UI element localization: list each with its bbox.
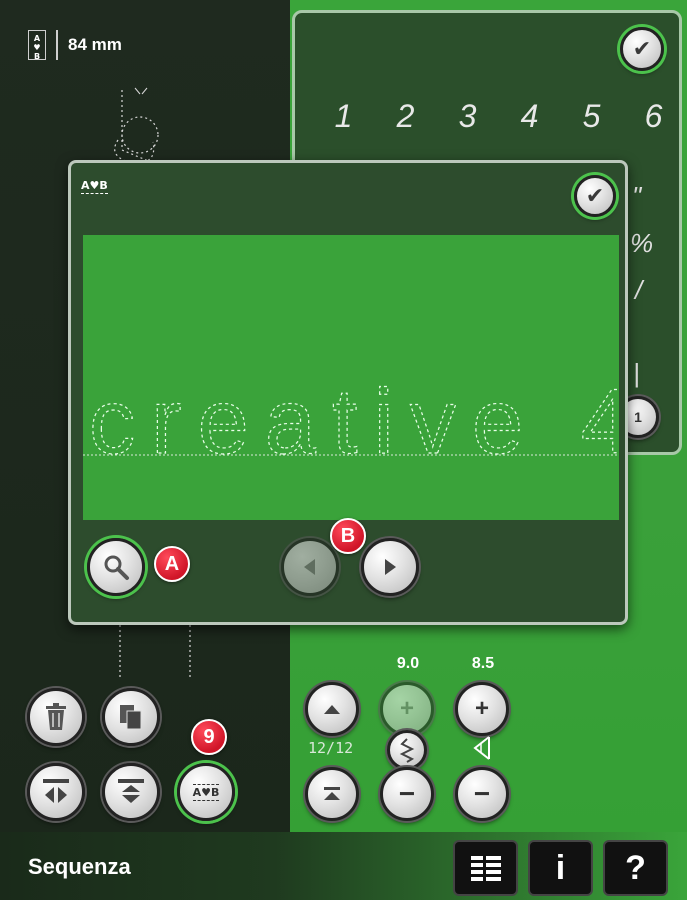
arrow-up-icon	[324, 705, 340, 714]
list-icon	[470, 856, 501, 881]
digit-row: 1 2 3 4 5 6	[325, 98, 673, 135]
length-increase-button[interactable]: +	[455, 682, 509, 736]
preview-dialog: A♥B ✔ creative 4	[68, 160, 628, 625]
digit-key[interactable]: 2	[387, 98, 425, 135]
page-title: Sequenza	[28, 854, 131, 879]
zoom-button[interactable]	[87, 538, 145, 596]
symbol-key-bar[interactable]: |	[633, 358, 640, 389]
duplicate-button[interactable]	[102, 688, 160, 746]
digit-key[interactable]: 3	[449, 98, 487, 135]
arrow-top-icon	[324, 787, 340, 800]
check-icon: ✔	[632, 36, 652, 62]
width-decrease-button[interactable]: −	[380, 767, 434, 821]
previous-button[interactable]	[281, 538, 339, 596]
sewing-screen: A ♥ B 84 mm ✔ 1 2 3 4 5 6 % / " | 1 A♥B …	[0, 0, 687, 900]
zigzag-width-icon	[399, 738, 415, 763]
arrow-left-icon	[304, 559, 315, 575]
sequence-preview-area: creative 4	[83, 235, 619, 520]
sequence-length-value: 84 mm	[68, 35, 122, 54]
scroll-up-button[interactable]	[305, 682, 359, 736]
help-button[interactable]: ?	[603, 840, 668, 896]
callout-a: A	[154, 546, 190, 582]
magnifier-icon	[104, 555, 129, 580]
symbol-key-slash[interactable]: /	[635, 275, 642, 306]
next-button[interactable]	[361, 538, 419, 596]
callout-b: B	[330, 518, 366, 554]
info-button[interactable]: i	[528, 840, 593, 896]
length-decrease-button[interactable]: −	[455, 767, 509, 821]
digit-key[interactable]: 5	[573, 98, 611, 135]
char-panel-confirm-button[interactable]: ✔	[620, 27, 664, 71]
digit-key[interactable]: 6	[635, 98, 673, 135]
check-icon: ✔	[585, 183, 605, 209]
trash-icon	[46, 703, 66, 730]
mirror-side-button[interactable]	[27, 763, 85, 821]
abc-sequence-icon: A♥B	[28, 30, 46, 61]
digit-key[interactable]: 1	[325, 98, 363, 135]
stitch-width-icon-button[interactable]	[387, 730, 427, 770]
abc-sequence-button[interactable]: A♥B	[177, 763, 235, 821]
stitch-length-icon	[473, 736, 490, 760]
digit-key[interactable]: 4	[511, 98, 549, 135]
plus-icon: +	[399, 695, 414, 722]
dialog-confirm-button[interactable]: ✔	[574, 175, 616, 217]
minus-icon: −	[398, 778, 416, 809]
stitched-text-preview: creative 4	[83, 370, 619, 474]
preview-text: creative 4	[89, 371, 619, 473]
abc-sequence-icon: A♥B	[81, 179, 108, 194]
mirror-end-button[interactable]	[102, 763, 160, 821]
sequence-length-indicator: A ♥ B 84 mm	[28, 30, 122, 61]
mirror-side-icon	[43, 779, 69, 803]
mirror-end-icon	[118, 779, 144, 803]
bottom-bar: Sequenza i ?	[0, 832, 687, 900]
sequence-position-counter: 12/12	[308, 739, 354, 757]
symbol-key-percent[interactable]: %	[630, 228, 653, 259]
symbol-key-quote[interactable]: "	[632, 181, 641, 212]
length-bracket-icon	[56, 30, 58, 60]
callout-9: 9	[191, 719, 227, 755]
menu-button[interactable]	[453, 840, 518, 896]
abc-sequence-icon: A♥B	[192, 783, 220, 801]
stitch-width-value: 9.0	[396, 655, 420, 672]
delete-button[interactable]	[27, 688, 85, 746]
arrow-right-icon	[385, 559, 396, 575]
width-increase-button[interactable]: +	[380, 682, 434, 736]
minus-icon: −	[473, 778, 491, 809]
copy-icon	[120, 705, 142, 730]
stitch-length-value: 8.5	[471, 655, 495, 672]
scroll-to-end-button[interactable]	[305, 767, 359, 821]
plus-icon: +	[474, 695, 489, 722]
